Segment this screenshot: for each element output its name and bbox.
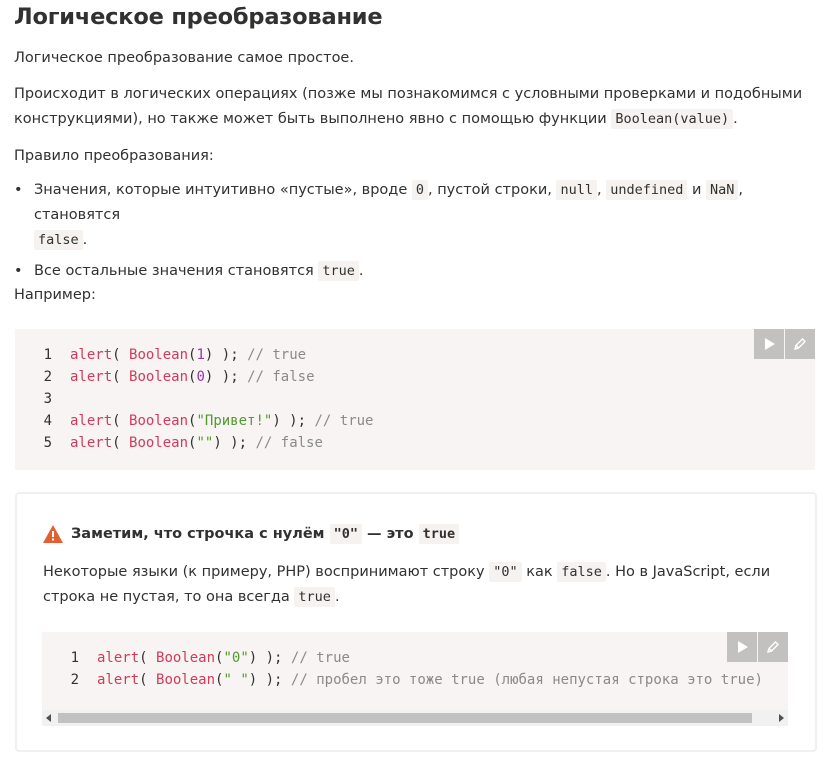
list-text: Все остальные значения становятся bbox=[34, 263, 314, 279]
description-line1: Происходит в логических операциях (позже… bbox=[14, 86, 803, 102]
run-button[interactable] bbox=[754, 329, 784, 359]
edit-button[interactable] bbox=[785, 329, 815, 359]
callout-heading: Заметим, что строчка с нулём "0" — это t… bbox=[43, 524, 460, 544]
inline-code: "0" bbox=[329, 524, 362, 544]
line-number: 5 bbox=[43, 435, 52, 451]
callout-heading-text: — это bbox=[367, 526, 414, 542]
code-line: alert( Boolean("0") ); // true bbox=[97, 650, 350, 666]
code-example-2: 1 2 alert( Boolean("0") ); // true alert… bbox=[42, 632, 788, 726]
description-end: . bbox=[733, 111, 738, 127]
edit-button[interactable] bbox=[758, 632, 788, 662]
play-icon bbox=[765, 338, 775, 350]
inline-code: 0 bbox=[411, 180, 428, 200]
page-title: Логическое преобразование bbox=[14, 4, 383, 30]
list-text: , bbox=[597, 182, 602, 198]
list-text: , пустой строки, bbox=[427, 182, 552, 198]
list-item: • Значения, которые интуитивно «пустые»,… bbox=[14, 178, 814, 253]
inline-code: false bbox=[557, 562, 606, 582]
list-text: и bbox=[691, 182, 702, 198]
callout-text: . bbox=[334, 589, 340, 605]
code-line: alert( Boolean("Привет!") ); // true bbox=[70, 413, 374, 429]
inline-code: "0" bbox=[489, 562, 522, 582]
line-number: 2 bbox=[70, 672, 79, 688]
line-number: 3 bbox=[43, 391, 52, 407]
play-icon bbox=[738, 641, 748, 653]
scroll-left-icon[interactable] bbox=[46, 714, 51, 722]
scrollbar-thumb[interactable] bbox=[58, 713, 752, 723]
run-button[interactable] bbox=[727, 632, 757, 662]
list-text: . bbox=[358, 263, 364, 279]
scroll-right-icon[interactable] bbox=[779, 714, 784, 722]
inline-code: undefined bbox=[606, 180, 688, 200]
description-paragraph: Происходит в логических операциях (позже… bbox=[14, 82, 814, 132]
warning-callout: Заметим, что строчка с нулём "0" — это t… bbox=[15, 492, 817, 752]
line-number: 4 bbox=[43, 413, 52, 429]
inline-code: false bbox=[34, 230, 83, 250]
code-line: alert( Boolean("") ); // false bbox=[70, 435, 323, 451]
intro-paragraph: Логическое преобразование самое простое. bbox=[14, 50, 354, 66]
example-label: Например: bbox=[14, 287, 96, 303]
callout-body: Некоторые языки (к примеру, PHP) восприн… bbox=[43, 560, 803, 610]
pencil-icon bbox=[793, 338, 806, 351]
callout-heading-text: Заметим, что строчка с нулём bbox=[71, 526, 325, 542]
warning-triangle-icon bbox=[43, 525, 63, 543]
list-text: Значения, которые интуитивно «пустые», в… bbox=[34, 182, 408, 198]
rules-list: • Значения, которые интуитивно «пустые»,… bbox=[14, 178, 814, 290]
code-line: alert( Boolean(0) ); // false bbox=[70, 369, 315, 385]
line-number: 1 bbox=[43, 347, 52, 363]
line-number: 1 bbox=[70, 650, 79, 666]
line-number: 2 bbox=[43, 369, 52, 385]
pencil-icon bbox=[766, 641, 779, 654]
inline-code: true bbox=[318, 261, 359, 281]
horizontal-scrollbar[interactable] bbox=[42, 710, 788, 726]
list-text: . bbox=[82, 232, 88, 248]
code-content: alert( Boolean("0") ); // true alert( Bo… bbox=[89, 632, 788, 710]
code-content: alert( Boolean(1) ); // true alert( Bool… bbox=[62, 329, 815, 470]
code-line: alert( Boolean(1) ); // true bbox=[70, 347, 307, 363]
bullet-icon: • bbox=[14, 263, 23, 279]
description-line2: конструкциями), но также может быть выпо… bbox=[14, 111, 607, 127]
callout-text: строка не пустая, то она всегда bbox=[43, 589, 290, 605]
code-line: alert( Boolean(" ") ); // пробел это тож… bbox=[97, 672, 763, 688]
list-item: • Все остальные значения становятся true… bbox=[14, 259, 814, 284]
bullet-icon: • bbox=[14, 182, 23, 198]
rule-paragraph: Правило преобразования: bbox=[14, 148, 214, 164]
code-toolbar bbox=[727, 632, 788, 662]
code-example-1: 1 2 3 4 5 alert( Boolean(1) ); // true a… bbox=[15, 329, 815, 470]
inline-code: true bbox=[294, 587, 335, 607]
callout-text: как bbox=[526, 564, 553, 580]
callout-text: . Но в JavaScript, если bbox=[605, 564, 771, 580]
line-numbers: 1 2 3 4 5 bbox=[15, 329, 62, 470]
inline-code: null bbox=[556, 180, 597, 200]
code-toolbar bbox=[754, 329, 815, 359]
callout-text: Некоторые языки (к примеру, PHP) восприн… bbox=[43, 564, 485, 580]
inline-code: true bbox=[418, 524, 460, 544]
inline-code-boolean-value: Boolean(value) bbox=[611, 109, 734, 129]
inline-code: NaN bbox=[706, 180, 739, 200]
